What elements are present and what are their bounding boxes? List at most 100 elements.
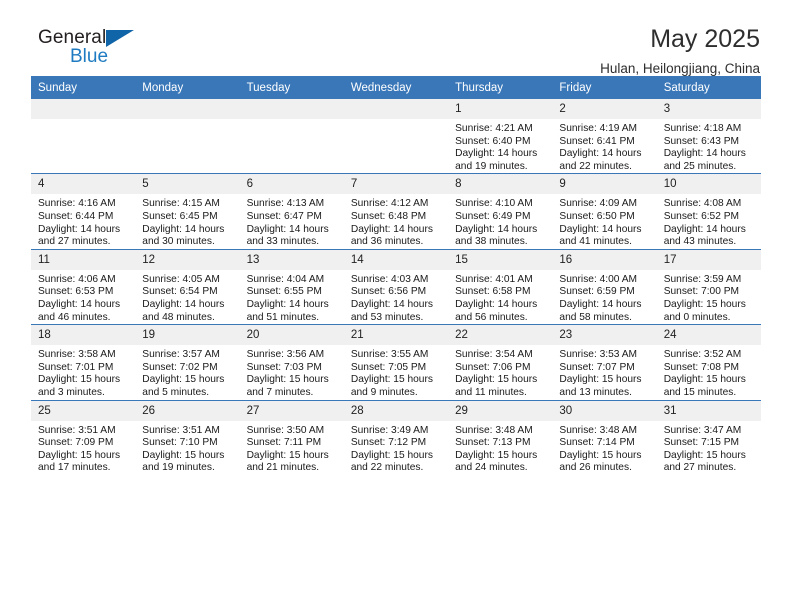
- calendar-day-cell[interactable]: 6 Sunrise: 4:13 AM Sunset: 6:47 PM Daylight…: [239, 173, 344, 250]
- calendar-day-cell[interactable]: 18 Sunrise: 3:58 AM Sunset: 7:01 PM Dayligh…: [31, 324, 136, 400]
- day-cell-inner: 23 Sunrise: 3:53 AM Sunset: 7:07 PM Dayligh…: [552, 325, 657, 399]
- calendar-day-cell[interactable]: 7 Sunrise: 4:12 AM Sunset: 6:48 PM Daylight…: [343, 173, 449, 250]
- calendar-day-cell[interactable]: 29 Sunrise: 3:48 AM Sunset: 7:13 PM Dayligh…: [448, 399, 553, 475]
- calendar-cell-empty: [31, 99, 136, 174]
- calendar-week-row: 25 Sunrise: 3:51 AM Sunset: 7:09 PM Dayligh…: [31, 399, 761, 475]
- calendar-day-cell[interactable]: 21 Sunrise: 3:55 AM Sunset: 7:05 PM Dayligh…: [343, 324, 449, 400]
- sun-info: Sunrise: 4:03 AM Sunset: 6:56 PM Daylight:…: [344, 270, 448, 324]
- calendar-day-cell[interactable]: 11 Sunrise: 4:06 AM Sunset: 6:53 PM Dayligh…: [31, 248, 136, 325]
- sunset-text: Sunset: 6:47 PM: [246, 210, 322, 222]
- sunset-text: Sunset: 6:54 PM: [142, 286, 218, 298]
- daylight-text-line2: and 38 minutes.: [455, 236, 528, 248]
- daylight-text-line1: Daylight: 14 hours: [455, 148, 538, 160]
- day-cell-inner: 5 Sunrise: 4:15 AM Sunset: 6:45 PM Daylight…: [135, 174, 240, 248]
- calendar-day-cell[interactable]: 9 Sunrise: 4:09 AM Sunset: 6:50 PM Daylight…: [552, 173, 657, 250]
- daylight-text-line1: Daylight: 15 hours: [142, 449, 225, 461]
- day-number: 12: [135, 249, 240, 270]
- calendar-day-cell[interactable]: 3 Sunrise: 4:18 AM Sunset: 6:43 PM Daylight…: [656, 99, 761, 174]
- day-cell-inner: 14 Sunrise: 4:03 AM Sunset: 6:56 PM Dayligh…: [343, 249, 449, 324]
- calendar-day-cell[interactable]: 12 Sunrise: 4:05 AM Sunset: 6:54 PM Dayligh…: [135, 248, 240, 325]
- calendar-day-cell[interactable]: 20 Sunrise: 3:56 AM Sunset: 7:03 PM Dayligh…: [239, 324, 344, 400]
- day-number: 4: [31, 174, 136, 195]
- day-number: 10: [656, 174, 761, 195]
- daylight-text-line1: Daylight: 15 hours: [350, 449, 433, 461]
- sun-info: Sunrise: 4:08 AM Sunset: 6:52 PM Daylight:…: [657, 194, 761, 248]
- weekday-header-wednesday: Wednesday: [343, 76, 449, 99]
- sunrise-text: Sunrise: 3:48 AM: [559, 424, 637, 436]
- calendar-day-cell[interactable]: 25 Sunrise: 3:51 AM Sunset: 7:09 PM Dayligh…: [31, 399, 136, 475]
- daylight-text-line2: and 11 minutes.: [455, 386, 527, 398]
- daylight-text-line2: and 22 minutes.: [350, 462, 424, 474]
- calendar-day-cell[interactable]: 1 Sunrise: 4:21 AM Sunset: 6:40 PM Daylight…: [448, 99, 553, 174]
- sunrise-text: Sunrise: 3:54 AM: [455, 349, 533, 361]
- calendar-day-cell[interactable]: 2 Sunrise: 4:19 AM Sunset: 6:41 PM Daylight…: [552, 99, 657, 174]
- day-number: 21: [343, 325, 449, 346]
- daylight-text-line2: and 25 minutes.: [663, 160, 737, 172]
- general-blue-logo[interactable]: General Blue: [38, 26, 168, 74]
- calendar-day-cell[interactable]: 17 Sunrise: 3:59 AM Sunset: 7:00 PM Dayligh…: [656, 248, 761, 325]
- calendar-day-cell[interactable]: 4 Sunrise: 4:16 AM Sunset: 6:44 PM Daylight…: [31, 173, 136, 250]
- daylight-text-line1: Daylight: 14 hours: [663, 223, 746, 235]
- sunrise-text: Sunrise: 4:03 AM: [350, 273, 429, 285]
- calendar-day-cell[interactable]: 24 Sunrise: 3:52 AM Sunset: 7:08 PM Dayligh…: [656, 324, 761, 400]
- calendar-day-cell[interactable]: 22 Sunrise: 3:54 AM Sunset: 7:06 PM Dayligh…: [448, 324, 553, 400]
- day-number: 17: [656, 249, 761, 270]
- page-subtitle: Hulan, Heilongjiang, China: [600, 61, 760, 77]
- sun-info: Sunrise: 3:50 AM Sunset: 7:11 PM Daylight:…: [240, 421, 344, 475]
- calendar-day-cell[interactable]: 31 Sunrise: 3:47 AM Sunset: 7:15 PM Dayligh…: [656, 399, 761, 475]
- calendar-day-cell[interactable]: 19 Sunrise: 3:57 AM Sunset: 7:02 PM Dayligh…: [135, 324, 240, 400]
- sunset-text: Sunset: 6:50 PM: [559, 210, 635, 222]
- calendar-day-cell[interactable]: 10 Sunrise: 4:08 AM Sunset: 6:52 PM Dayligh…: [656, 173, 761, 250]
- sunset-text: Sunset: 7:11 PM: [246, 437, 322, 449]
- day-number: 24: [656, 325, 761, 346]
- sun-info: Sunrise: 3:51 AM Sunset: 7:09 PM Daylight:…: [31, 421, 135, 475]
- sunset-text: Sunset: 7:14 PM: [559, 437, 635, 449]
- daylight-text-line2: and 19 minutes.: [455, 160, 528, 172]
- sun-info: Sunrise: 4:09 AM Sunset: 6:50 PM Daylight:…: [552, 194, 656, 248]
- calendar-day-cell[interactable]: 13 Sunrise: 4:04 AM Sunset: 6:55 PM Dayligh…: [239, 248, 344, 325]
- sunset-text: Sunset: 6:58 PM: [455, 286, 531, 298]
- sun-info: Sunrise: 4:15 AM Sunset: 6:45 PM Daylight:…: [135, 194, 239, 248]
- calendar-day-cell[interactable]: 5 Sunrise: 4:15 AM Sunset: 6:45 PM Daylight…: [135, 173, 240, 250]
- sun-info: Sunrise: 3:53 AM Sunset: 7:07 PM Daylight:…: [552, 345, 656, 399]
- calendar-day-cell[interactable]: 26 Sunrise: 3:51 AM Sunset: 7:10 PM Dayligh…: [135, 399, 240, 475]
- sun-info: Sunrise: 4:10 AM Sunset: 6:49 PM Daylight:…: [448, 194, 552, 248]
- sunset-text: Sunset: 6:55 PM: [246, 286, 322, 298]
- sunrise-text: Sunrise: 4:05 AM: [142, 273, 220, 285]
- calendar-day-cell[interactable]: 23 Sunrise: 3:53 AM Sunset: 7:07 PM Dayligh…: [552, 324, 657, 400]
- daylight-text-line1: Daylight: 14 hours: [142, 298, 225, 310]
- sunrise-text: Sunrise: 4:19 AM: [559, 123, 637, 134]
- sunset-text: Sunset: 7:09 PM: [38, 437, 114, 449]
- daylight-text-line2: and 48 minutes.: [142, 311, 215, 323]
- calendar-day-cell[interactable]: 30 Sunrise: 3:48 AM Sunset: 7:14 PM Dayligh…: [552, 399, 657, 475]
- calendar-day-cell[interactable]: 8 Sunrise: 4:10 AM Sunset: 6:49 PM Daylight…: [448, 173, 553, 250]
- daylight-text-line1: Daylight: 15 hours: [663, 298, 746, 310]
- sunrise-text: Sunrise: 3:59 AM: [663, 273, 742, 285]
- calendar-day-cell[interactable]: 16 Sunrise: 4:00 AM Sunset: 6:59 PM Dayligh…: [552, 248, 657, 325]
- sunrise-text: Sunrise: 4:00 AM: [559, 273, 637, 285]
- sunset-text: Sunset: 6:52 PM: [663, 210, 740, 222]
- sunset-text: Sunset: 7:00 PM: [663, 286, 740, 298]
- sunrise-text: Sunrise: 4:09 AM: [559, 198, 637, 210]
- day-number: 9: [552, 174, 657, 195]
- daylight-text-line1: Daylight: 14 hours: [142, 223, 225, 235]
- daylight-text-line2: and 26 minutes.: [559, 462, 632, 474]
- sunset-text: Sunset: 6:59 PM: [559, 286, 635, 298]
- sunset-text: Sunset: 7:01 PM: [38, 361, 114, 373]
- sun-info: Sunrise: 4:12 AM Sunset: 6:48 PM Daylight:…: [344, 194, 448, 248]
- day-number: 3: [656, 99, 761, 119]
- calendar-day-cell[interactable]: 27 Sunrise: 3:50 AM Sunset: 7:11 PM Dayligh…: [239, 399, 344, 475]
- day-cell-inner: 7 Sunrise: 4:12 AM Sunset: 6:48 PM Daylight…: [343, 174, 449, 248]
- title-block: May 2025 Hulan, Heilongjiang, China: [600, 26, 761, 77]
- calendar-day-cell[interactable]: 28 Sunrise: 3:49 AM Sunset: 7:12 PM Dayligh…: [343, 399, 449, 475]
- sunset-text: Sunset: 6:49 PM: [455, 210, 531, 222]
- daylight-text-line2: and 27 minutes.: [663, 462, 737, 474]
- calendar-day-cell[interactable]: 15 Sunrise: 4:01 AM Sunset: 6:58 PM Dayligh…: [448, 248, 553, 325]
- day-number: 5: [135, 174, 240, 195]
- daylight-text-line1: Daylight: 14 hours: [246, 298, 329, 310]
- daylight-text-line2: and 17 minutes.: [38, 462, 111, 474]
- sunrise-text: Sunrise: 4:16 AM: [38, 198, 116, 210]
- calendar-day-cell[interactable]: 14 Sunrise: 4:03 AM Sunset: 6:56 PM Dayligh…: [343, 248, 449, 325]
- sunset-text: Sunset: 7:12 PM: [350, 437, 427, 449]
- day-cell-inner: 27 Sunrise: 3:50 AM Sunset: 7:11 PM Dayligh…: [239, 400, 344, 475]
